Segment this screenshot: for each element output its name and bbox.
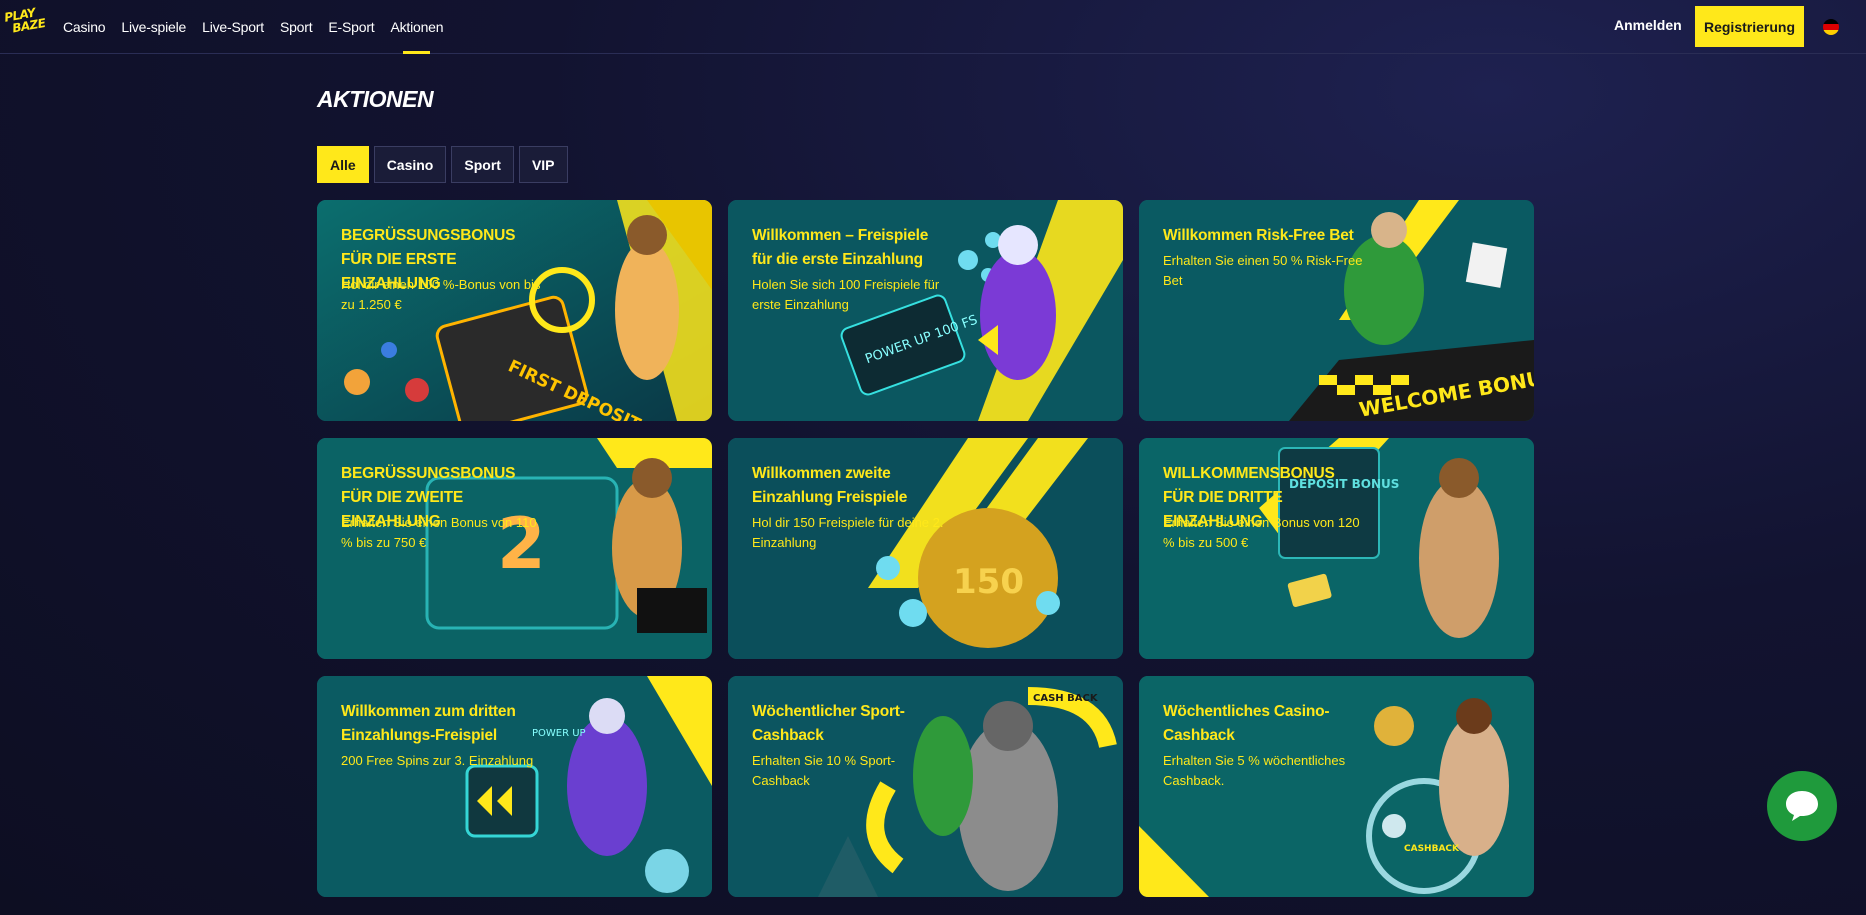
promo-description: Erhalten Sie einen 50 % Risk-Free Bet [1163, 253, 1363, 288]
login-button[interactable]: Anmelden [1614, 17, 1682, 33]
promo-card[interactable]: POWER UP Willkommen zum dritten Einzahlu… [317, 676, 712, 897]
card-art-text: 150 [953, 562, 1024, 602]
live-chat-button[interactable] [1767, 771, 1837, 841]
promo-card[interactable]: 150 Willkommen zweite Einzahlung Freispi… [728, 438, 1123, 659]
filter-all[interactable]: Alle [317, 146, 369, 183]
promo-card[interactable]: DEPOSIT BONUS WILLKOMMENSBONUS FÜR DIE D… [1139, 438, 1534, 659]
main-nav: Casino Live-spiele Live-Sport Sport E-Sp… [63, 0, 459, 54]
filter-casino[interactable]: Casino [373, 146, 447, 183]
promo-card[interactable]: POWER UP 100 FS Willkommen – Freispiele … [728, 200, 1123, 421]
nav-item-esport[interactable]: E-Sport [328, 0, 374, 54]
promo-title: Willkommen zum dritten Einzahlungs-Freis… [341, 703, 516, 744]
promo-description: Erhalten Sie 10 % Sport-Cashback [752, 753, 896, 788]
nav-item-sport[interactable]: Sport [280, 0, 313, 54]
card-art-text: POWER UP [532, 728, 586, 739]
register-button[interactable]: Registrierung [1695, 6, 1804, 47]
card-art-text: CASHBACK [1404, 844, 1460, 854]
page-title: AKTIONEN [317, 86, 434, 112]
nav-item-live-games[interactable]: Live-spiele [121, 0, 186, 54]
filter-vip[interactable]: VIP [518, 146, 568, 183]
promo-description: Holen Sie sich 100 Freispiele für erste … [752, 277, 940, 312]
promo-description: Erhalten Sie einen Bonus von 110 % bis z… [341, 515, 537, 550]
filter-sport[interactable]: Sport [451, 146, 514, 183]
promo-title: Wöchentlicher Sport-Cashback [752, 703, 905, 744]
promo-title: Willkommen zweite Einzahlung Freispiele [752, 465, 908, 506]
playbaze-logo[interactable]: PLAY BAZE [3, 5, 50, 46]
top-navbar: PLAY BAZE Casino Live-spiele Live-Sport … [0, 0, 1866, 54]
promo-card[interactable]: CASHBACK Wöchentliches Casino-Cashback E… [1139, 676, 1534, 897]
nav-item-live-sport[interactable]: Live-Sport [202, 0, 264, 54]
card-art-text: CASH BACK [1033, 693, 1099, 704]
promo-title: Wöchentliches Casino-Cashback [1163, 703, 1330, 744]
promo-description: Hol dir 150 Freispiele für deine 2. Einz… [752, 515, 944, 550]
promo-card[interactable]: 2 BEGRÜSSUNGSBONUS FÜR DIE ZWEITE EINZAH… [317, 438, 712, 659]
german-flag-icon[interactable] [1823, 19, 1839, 35]
promo-card[interactable]: FIRST DEPOSIT BONUS BEGRÜSSUNGSBONUS FÜR… [317, 200, 712, 421]
promo-description: Erhalten Sie 5 % wöchentliches Cashback. [1163, 753, 1346, 788]
promo-description: Erhalten Sie einen Bonus von 120 % bis z… [1163, 515, 1360, 550]
promo-title: Willkommen Risk-Free Bet [1163, 227, 1354, 244]
promo-card[interactable]: WELCOME BONUS Willkommen Risk-Free Bet E… [1139, 200, 1534, 421]
nav-item-promotions[interactable]: Aktionen [390, 0, 444, 54]
promo-title: Willkommen – Freispiele für die erste Ei… [752, 227, 929, 268]
chat-bubble-icon [1786, 791, 1818, 821]
promo-description: Hol dir einen 100 %-Bonus von bis zu 1.2… [341, 277, 541, 312]
nav-item-casino[interactable]: Casino [63, 0, 106, 54]
promo-card[interactable]: CASH BACK Wöchentlicher Sport-Cashback E… [728, 676, 1123, 897]
promo-description: 200 Free Spins zur 3. Einzahlung [341, 753, 534, 768]
promotion-filter-tabs: Alle Casino Sport VIP [317, 146, 573, 183]
